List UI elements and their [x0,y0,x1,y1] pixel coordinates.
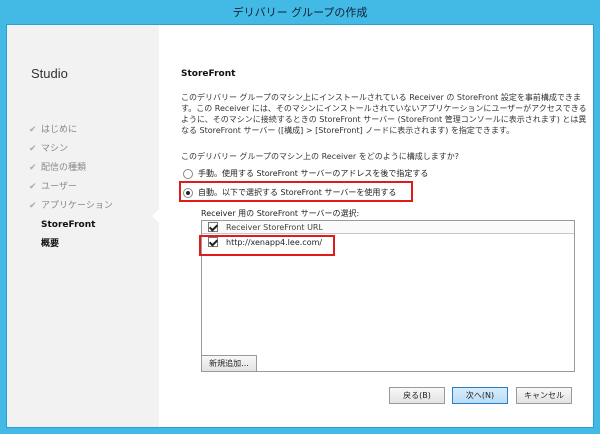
step-machines[interactable]: ✔ マシン [29,140,113,159]
highlight-box-url [199,235,335,256]
dialog-window: デリバリー グループの作成 Studio ✔ はじめに ✔ マシン ✔ 配信の種類 ✔… [0,0,600,434]
check-icon: ✔ [29,125,37,135]
step-label: アプリケーション [41,201,113,211]
step-users[interactable]: ✔ ユーザー [29,178,113,197]
step-label: はじめに [41,125,78,135]
page-title: StoreFront [181,69,236,79]
storefront-list-label: Receiver 用の StoreFront サーバーの選択: [201,209,360,218]
step-storefront[interactable]: StoreFront [29,216,113,235]
step-label: 配信の種類 [41,163,87,173]
dialog-client-area: Studio ✔ はじめに ✔ マシン ✔ 配信の種類 ✔ ユーザー ✔ アプリケーション… [6,24,594,428]
step-summary: 概要 [41,239,60,249]
cancel-button[interactable]: キャンセル [516,387,572,404]
list-header[interactable]: Receiver StoreFront URL [202,221,574,234]
column-header-url: Receiver StoreFront URL [226,222,323,232]
window-title: デリバリー グループの作成 [232,6,368,19]
step-introduction[interactable]: ✔ はじめに [29,121,113,140]
step-label: ユーザー [41,182,77,192]
config-question: このデリバリー グループのマシン上の Receiver をどのように構成しますか… [181,152,460,161]
next-button[interactable]: 次へ(N) [452,387,508,404]
option-manual-label: 手動。使用する StoreFront サーバーのアドレスを後で指定する [198,169,429,178]
check-icon: ✔ [29,163,37,173]
check-icon: ✔ [29,201,37,211]
step-label: マシン [41,144,69,154]
wizard-steps: ✔ はじめに ✔ マシン ✔ 配信の種類 ✔ ユーザー ✔ アプリケーション StoreF… [29,121,113,254]
highlight-box-automatic [179,181,413,202]
studio-brand: Studio [31,66,68,81]
page-description: このデリバリー グループのマシン上にインストールされている Receiver の… [181,93,587,135]
add-new-button[interactable]: 新規追加... [201,355,257,372]
option-manual[interactable]: 手動。使用する StoreFront サーバーのアドレスを後で指定する [183,168,428,179]
select-all-checkbox[interactable] [208,222,218,232]
wizard-sidebar: Studio ✔ はじめに ✔ マシン ✔ 配信の種類 ✔ ユーザー ✔ アプリケーション… [7,25,160,427]
step-delivery-type[interactable]: ✔ 配信の種類 [29,159,113,178]
step-applications[interactable]: ✔ アプリケーション [29,197,113,216]
back-button[interactable]: 戻る(B) [389,387,445,404]
check-icon: ✔ [29,182,37,192]
radio-manual[interactable] [183,168,193,179]
wizard-main-panel: StoreFront このデリバリー グループのマシン上にインストールされている… [159,25,593,427]
check-icon: ✔ [29,144,37,154]
